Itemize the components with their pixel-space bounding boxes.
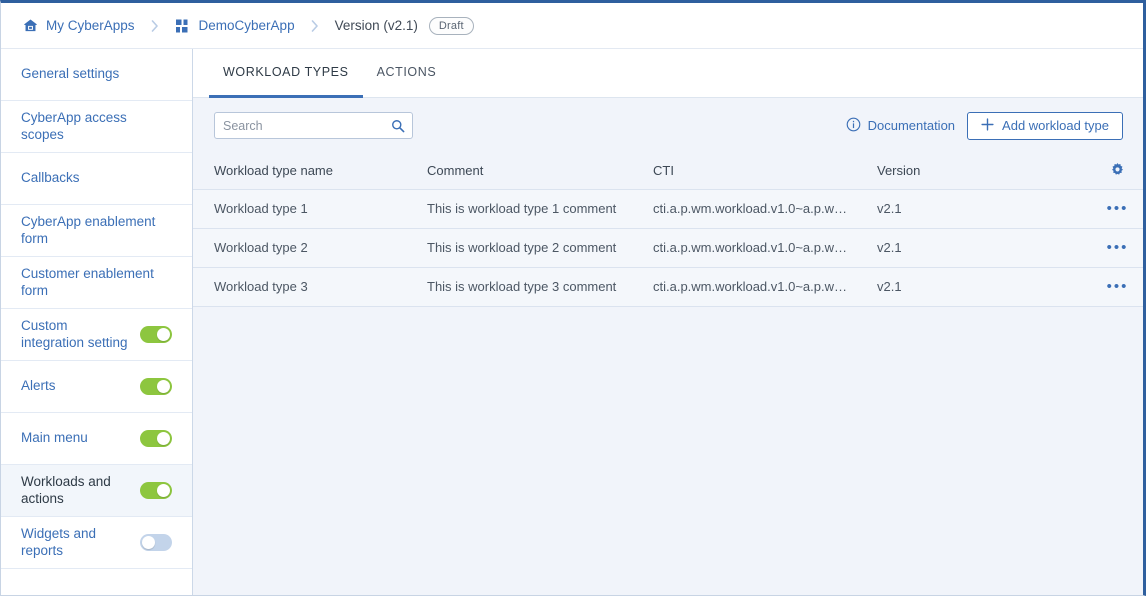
app-window: My CyberApps DemoCyberApp Version (v2.1)… xyxy=(0,0,1146,596)
sidebar-item-cyberapp-enablement-form[interactable]: CyberApp enablement form xyxy=(1,205,192,257)
toggle-knob xyxy=(157,328,170,341)
sidebar-item-callbacks[interactable]: Callbacks xyxy=(1,153,192,205)
sidebar-toggle-workloads-and-actions[interactable] xyxy=(140,482,172,499)
column-settings-cell xyxy=(1092,153,1143,190)
cell-row-actions: ••• xyxy=(1092,189,1143,229)
documentation-label: Documentation xyxy=(867,118,956,133)
sidebar-toggle-custom-integration-setting[interactable] xyxy=(140,326,172,343)
sidebar-item-widgets-and-reports[interactable]: Widgets and reports xyxy=(1,517,192,569)
sidebar-toggle-alerts[interactable] xyxy=(140,378,172,395)
column-header-comment[interactable]: Comment xyxy=(417,153,643,190)
home-icon xyxy=(22,18,38,34)
grid-icon xyxy=(175,18,191,34)
tab-label: ACTIONS xyxy=(376,65,437,79)
workload-types-table: Workload type name Comment CTI Version W… xyxy=(193,153,1143,595)
cell-cti: cti.a.p.wm.workload.v1.0~a.p.wm.... xyxy=(643,189,867,229)
sidebar-item-label: Customer enablement form xyxy=(21,266,154,298)
ellipsis-glyph: ••• xyxy=(1106,278,1129,295)
breadcrumb-separator xyxy=(311,19,319,32)
sidebar-item-main-menu[interactable]: Main menu xyxy=(1,413,192,465)
cell-cti: cti.a.p.wm.workload.v1.0~a.p.wm.... xyxy=(643,228,867,268)
breadcrumb-separator xyxy=(151,19,159,32)
column-header-version[interactable]: Version xyxy=(867,153,1092,190)
cell-row-actions: ••• xyxy=(1092,228,1143,268)
sidebar-item-alerts[interactable]: Alerts xyxy=(1,361,192,413)
cell-workload-type-name: Workload type 2 xyxy=(193,228,417,268)
sidebar: General settings CyberApp access scopes … xyxy=(1,49,193,595)
table-header-row: Workload type name Comment CTI Version xyxy=(193,153,1143,190)
breadcrumb-label: DemoCyberApp xyxy=(198,18,295,33)
plus-icon xyxy=(981,117,994,134)
sidebar-item-label: Callbacks xyxy=(21,170,80,186)
toggle-knob xyxy=(157,380,170,393)
cell-cti: cti.a.p.wm.workload.v1.0~a.p.wm.... xyxy=(643,267,867,307)
gear-icon[interactable] xyxy=(1092,153,1143,188)
ellipsis-icon[interactable]: ••• xyxy=(1092,229,1143,267)
search-icon[interactable] xyxy=(391,119,405,133)
add-workload-type-button[interactable]: Add workload type xyxy=(967,111,1123,140)
table-row[interactable]: Workload type 3 This is workload type 3 … xyxy=(193,267,1143,307)
main-panel: WORKLOAD TYPES ACTIONS Search Documentat… xyxy=(193,49,1143,595)
column-header-cti[interactable]: CTI xyxy=(643,153,867,190)
breadcrumb: My CyberApps DemoCyberApp Version (v2.1)… xyxy=(1,3,1143,49)
sidebar-item-label: CyberApp enablement form xyxy=(21,214,156,246)
sidebar-item-label: Widgets and reports xyxy=(21,526,97,558)
sidebar-item-label: Alerts xyxy=(21,378,56,394)
table-row[interactable]: Workload type 2 This is workload type 2 … xyxy=(193,228,1143,268)
add-workload-type-label: Add workload type xyxy=(1002,118,1109,133)
breadcrumb-item-my-cyberapps[interactable]: My CyberApps xyxy=(22,18,135,34)
search-input[interactable] xyxy=(215,118,412,133)
cell-comment: This is workload type 3 comment xyxy=(417,267,643,307)
ellipsis-icon[interactable]: ••• xyxy=(1092,268,1143,306)
breadcrumb-label: My CyberApps xyxy=(46,18,135,33)
sidebar-item-label: CyberApp access scopes xyxy=(21,110,127,142)
table-body: Workload type 1 This is workload type 1 … xyxy=(193,189,1143,307)
ellipsis-glyph: ••• xyxy=(1106,239,1129,256)
search-box[interactable] xyxy=(214,112,413,139)
cell-comment: This is workload type 1 comment xyxy=(417,189,643,229)
cell-row-actions: ••• xyxy=(1092,267,1143,307)
tab-label: WORKLOAD TYPES xyxy=(223,65,349,79)
sidebar-item-label: Workloads and actions xyxy=(21,474,111,506)
breadcrumb-label: Version (v2.1) xyxy=(334,18,418,33)
status-badge: Draft xyxy=(428,16,474,35)
sidebar-item-workloads-and-actions[interactable]: Workloads and actions xyxy=(1,465,192,517)
cell-workload-type-name: Workload type 3 xyxy=(193,267,417,307)
tab-bar: WORKLOAD TYPES ACTIONS xyxy=(193,49,1143,98)
ellipsis-icon[interactable]: ••• xyxy=(1092,190,1143,228)
sidebar-item-cyberapp-access-scopes[interactable]: CyberApp access scopes xyxy=(1,101,192,153)
cell-comment: This is workload type 2 comment xyxy=(417,228,643,268)
sidebar-item-label: General settings xyxy=(21,66,120,82)
sidebar-toggle-widgets-and-reports[interactable] xyxy=(140,534,172,551)
sidebar-item-label: Main menu xyxy=(21,430,88,446)
body: General settings CyberApp access scopes … xyxy=(1,49,1143,595)
ellipsis-glyph: ••• xyxy=(1106,200,1129,217)
sidebar-item-general-settings[interactable]: General settings xyxy=(1,49,192,101)
sidebar-toggle-main-menu[interactable] xyxy=(140,430,172,447)
info-circle-icon xyxy=(846,117,861,135)
toggle-knob xyxy=(157,432,170,445)
sidebar-item-customer-enablement-form[interactable]: Customer enablement form xyxy=(1,257,192,309)
column-header-workload-type-name[interactable]: Workload type name xyxy=(193,153,417,190)
cell-workload-type-name: Workload type 1 xyxy=(193,189,417,229)
breadcrumb-item-version: Version (v2.1) xyxy=(335,18,418,33)
documentation-link[interactable]: Documentation xyxy=(846,117,955,135)
breadcrumb-item-democyberapp[interactable]: DemoCyberApp xyxy=(175,18,295,34)
table-row[interactable]: Workload type 1 This is workload type 1 … xyxy=(193,189,1143,229)
cell-version: v2.1 xyxy=(867,267,1092,307)
cell-version: v2.1 xyxy=(867,189,1092,229)
tab-workload-types[interactable]: WORKLOAD TYPES xyxy=(209,49,363,98)
sidebar-item-label: Custom integration setting xyxy=(21,318,128,350)
sidebar-item-custom-integration-setting[interactable]: Custom integration setting xyxy=(1,309,192,361)
tab-actions[interactable]: ACTIONS xyxy=(363,49,451,98)
toggle-knob xyxy=(142,536,155,549)
toggle-knob xyxy=(157,484,170,497)
cell-version: v2.1 xyxy=(867,228,1092,268)
toolbar: Documentation Add workload type xyxy=(193,98,1143,153)
